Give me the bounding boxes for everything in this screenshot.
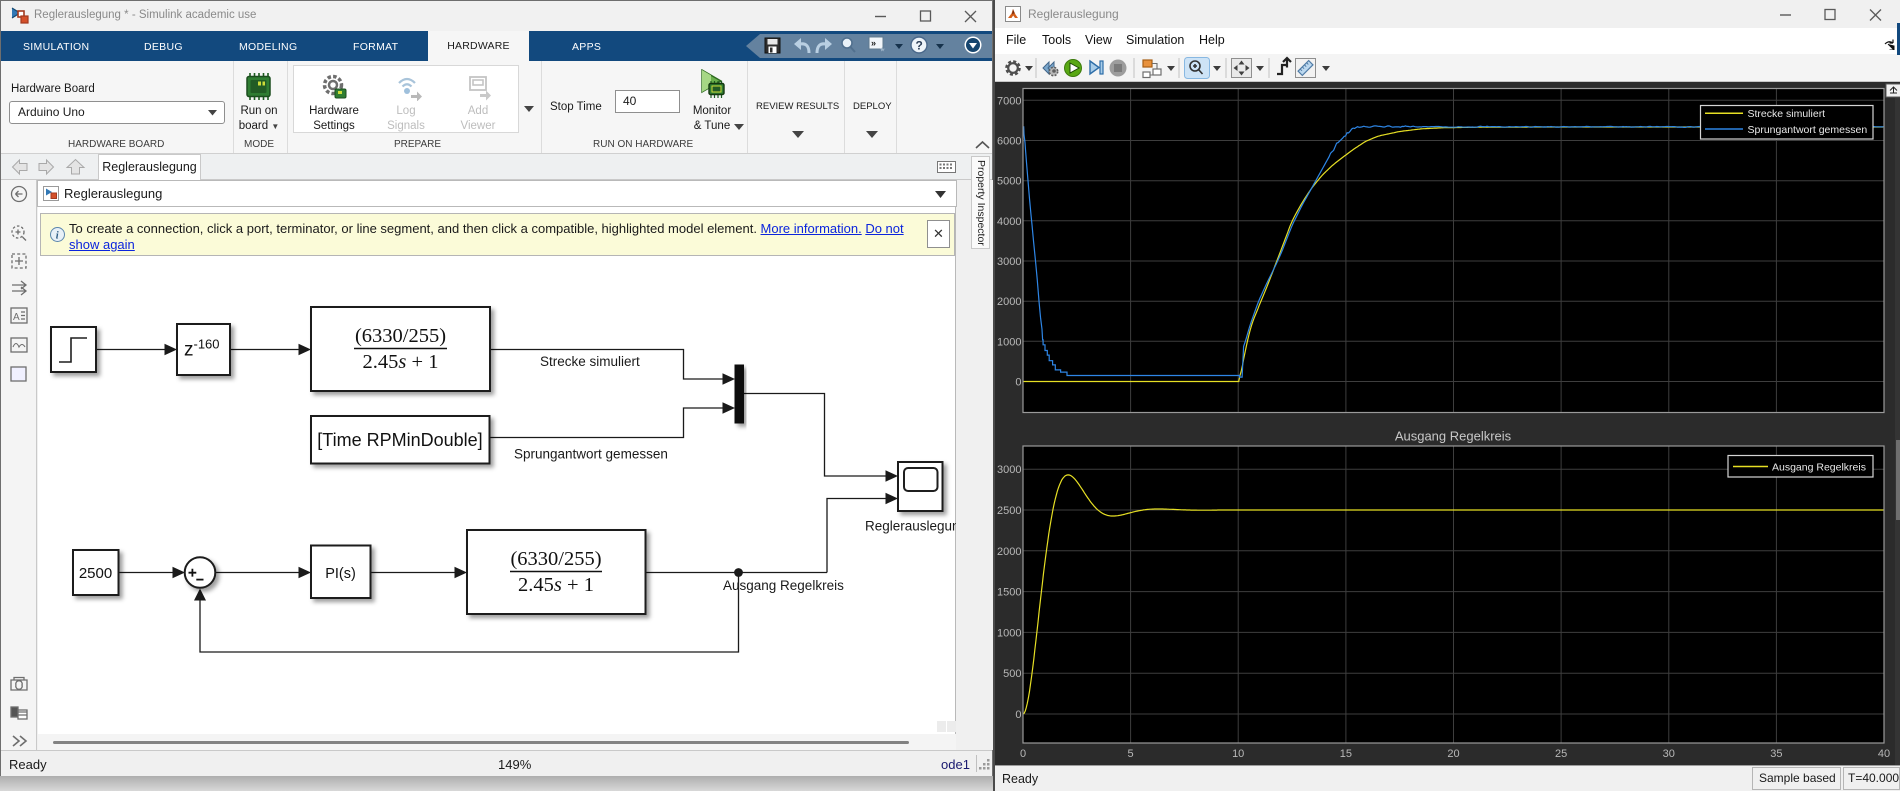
svg-text:3000: 3000 — [997, 256, 1021, 268]
svg-text:0: 0 — [1015, 377, 1021, 389]
svg-text:Ausgang Regelkreis: Ausgang Regelkreis — [1395, 429, 1512, 444]
svg-text:20: 20 — [1447, 748, 1459, 760]
svg-text:15: 15 — [1340, 748, 1352, 760]
svg-text:Sprungantwort gemessen: Sprungantwort gemessen — [514, 447, 668, 462]
svg-text:(6330/255): (6330/255) — [355, 325, 446, 347]
svg-text:»: » — [871, 38, 876, 48]
svg-text:1000: 1000 — [997, 627, 1021, 639]
svg-text:35: 35 — [1770, 748, 1782, 760]
svg-text:25: 25 — [1555, 748, 1567, 760]
svg-text:10: 10 — [1232, 748, 1244, 760]
svg-text:5: 5 — [1128, 748, 1134, 760]
svg-text:4000: 4000 — [997, 216, 1021, 228]
svg-text:2500: 2500 — [997, 505, 1021, 517]
svg-text:500: 500 — [1003, 668, 1021, 680]
svg-text:0: 0 — [1015, 709, 1021, 721]
svg-text:Strecke simuliert: Strecke simuliert — [1748, 108, 1826, 120]
svg-text:3000: 3000 — [997, 464, 1021, 476]
svg-text:40: 40 — [1878, 748, 1890, 760]
svg-text:1500: 1500 — [997, 587, 1021, 599]
svg-text:2000: 2000 — [997, 296, 1021, 308]
svg-text:30: 30 — [1663, 748, 1675, 760]
svg-text:5000: 5000 — [997, 176, 1021, 188]
svg-text:Sprungantwort gemessen: Sprungantwort gemessen — [1748, 124, 1868, 136]
svg-text:Ausgang Regelkreis: Ausgang Regelkreis — [723, 578, 844, 593]
svg-text:2000: 2000 — [997, 546, 1021, 558]
svg-text:Ausgang Regelkreis: Ausgang Regelkreis — [1772, 462, 1866, 474]
svg-text:7000: 7000 — [997, 95, 1021, 107]
svg-text:Reglerauslegung: Reglerauslegung — [865, 519, 956, 534]
svg-text:[Time RPMinDouble]: [Time RPMinDouble] — [317, 430, 482, 450]
svg-text:PI(s): PI(s) — [325, 566, 356, 582]
svg-text:(6330/255): (6330/255) — [510, 548, 601, 570]
svg-text:6000: 6000 — [997, 136, 1021, 148]
svg-text:0: 0 — [1020, 748, 1026, 760]
svg-text:2.45s + 1: 2.45s + 1 — [363, 351, 439, 373]
svg-text:A: A — [13, 312, 20, 323]
svg-text:?: ? — [916, 39, 923, 53]
svg-text:1000: 1000 — [997, 336, 1021, 348]
svg-text:Strecke simuliert: Strecke simuliert — [540, 354, 640, 369]
svg-text:2.45s + 1: 2.45s + 1 — [518, 574, 594, 596]
svg-text:2500: 2500 — [79, 565, 112, 582]
